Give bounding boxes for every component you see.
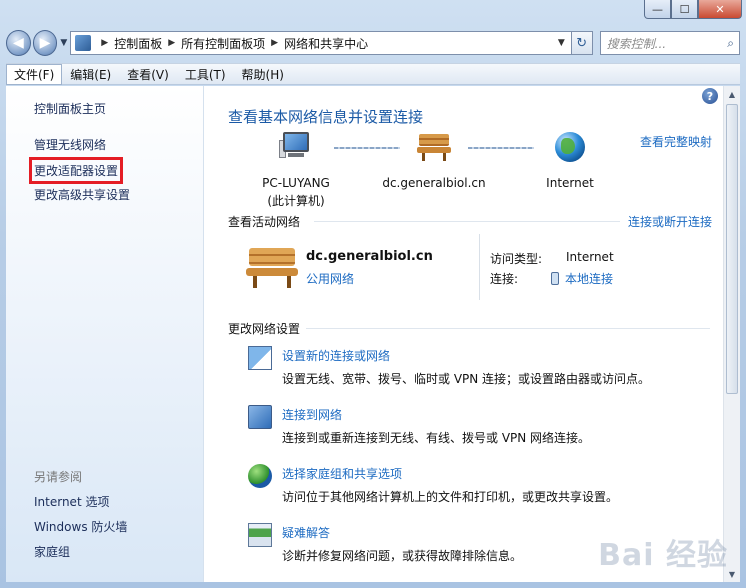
close-button[interactable]: ✕: [698, 0, 742, 19]
chevron-right-icon[interactable]: ▶: [101, 38, 108, 48]
menu-help[interactable]: 帮助(H): [234, 64, 292, 85]
task-troubleshoot[interactable]: 疑难解答: [282, 524, 330, 541]
access-type-value: Internet: [566, 250, 614, 264]
map-connection-line: [468, 147, 534, 149]
local-connection-link[interactable]: 本地连接: [551, 270, 613, 287]
task-desc: 访问位于其他网络计算机上的文件和打印机，或更改共享设置。: [282, 490, 619, 504]
back-arrow-icon: ◀: [12, 35, 24, 51]
task-desc: 连接到或重新连接到无线、有线、拨号或 VPN 网络连接。: [282, 431, 591, 445]
maximize-button[interactable]: ☐: [671, 0, 698, 19]
watermark-logo: Bai 经验: [598, 538, 728, 573]
map-computer-node: PC-LUYANG (此计算机): [256, 132, 336, 209]
navigation-bar: ◀ ▶ ▼ ▶ 控制面板 ▶ 所有控制面板项 ▶ 网络和共享中心 ▼ ↻ 搜索控…: [6, 28, 740, 58]
computer-icon: [279, 132, 313, 162]
task-setup-new-connection[interactable]: 设置新的连接或网络: [282, 347, 390, 364]
see-also-heading: 另请参阅: [34, 470, 83, 484]
menu-edit[interactable]: 编辑(E): [62, 64, 119, 85]
forward-arrow-icon: ▶: [39, 35, 51, 51]
globe-icon: [555, 132, 585, 162]
active-networks-heading: 查看活动网络: [228, 215, 301, 229]
menu-tools[interactable]: 工具(T): [177, 64, 234, 85]
breadcrumb-network-center[interactable]: 网络和共享中心: [284, 35, 368, 52]
refresh-icon: ↻: [576, 35, 588, 51]
network-plug-icon: [551, 272, 559, 285]
address-bar[interactable]: ▶ 控制面板 ▶ 所有控制面板项 ▶ 网络和共享中心 ▼: [70, 31, 572, 55]
chevron-right-icon[interactable]: ▶: [271, 38, 278, 48]
computer-note: (此计算机): [267, 194, 325, 208]
client-area: 控制面板主页 管理无线网络 更改适配器设置 更改高级共享设置 另请参阅 Inte…: [6, 86, 740, 582]
access-type-label: 访问类型:: [490, 252, 543, 266]
network-type-link[interactable]: 公用网络: [306, 270, 354, 287]
breadcrumb-all-items[interactable]: 所有控制面板项: [181, 35, 265, 52]
connection-label: 连接:: [490, 272, 519, 286]
window-frame: — ☐ ✕ ◀ ▶ ▼ ▶ 控制面板 ▶ 所有控制面板项 ▶ 网络和共享中心 ▼…: [0, 0, 746, 588]
map-internet-node[interactable]: Internet: [530, 132, 610, 190]
divider: [479, 234, 480, 300]
chevron-right-icon[interactable]: ▶: [168, 38, 175, 48]
control-panel-icon: [75, 35, 92, 51]
divider: [306, 328, 710, 329]
scroll-up-icon[interactable]: ▲: [724, 86, 740, 102]
divider: [314, 221, 620, 222]
caption-buttons: — ☐ ✕: [644, 0, 742, 20]
search-placeholder: 搜索控制...: [606, 36, 667, 51]
internet-label: Internet: [546, 176, 594, 190]
homegroup-icon: [248, 464, 272, 488]
task-desc: 诊断并修复网络问题，或获得故障排除信息。: [282, 549, 523, 563]
sidebar-item-homegroup[interactable]: 家庭组: [34, 543, 70, 560]
address-dropdown-icon[interactable]: ▼: [558, 38, 571, 48]
sidebar-item-control-panel-home[interactable]: 控制面板主页: [34, 100, 106, 117]
new-connection-icon: [248, 346, 272, 370]
scroll-thumb[interactable]: [726, 104, 738, 394]
breadcrumb-control-panel[interactable]: 控制面板: [114, 35, 162, 52]
sidebar-item-change-adapter[interactable]: 更改适配器设置: [28, 157, 124, 184]
sidebar: 控制面板主页 管理无线网络 更改适配器设置 更改高级共享设置 另请参阅 Inte…: [6, 86, 204, 582]
task-homegroup-sharing[interactable]: 选择家庭组和共享选项: [282, 465, 402, 482]
sidebar-item-advanced-sharing[interactable]: 更改高级共享设置: [34, 186, 130, 203]
sidebar-item-windows-firewall[interactable]: Windows 防火墙: [34, 518, 127, 535]
active-network-name: dc.generalbiol.cn: [306, 249, 433, 264]
back-button[interactable]: ◀: [6, 30, 31, 56]
help-icon[interactable]: ?: [702, 88, 718, 104]
search-input[interactable]: 搜索控制... ⌕: [599, 31, 740, 55]
refresh-button[interactable]: ↻: [571, 31, 593, 55]
menu-file[interactable]: 文件(F): [6, 63, 63, 85]
minimize-button[interactable]: —: [644, 0, 671, 19]
page-title: 查看基本网络信息并设置连接: [228, 108, 424, 126]
forward-button[interactable]: ▶: [32, 30, 58, 56]
computer-name: PC-LUYANG: [262, 176, 330, 190]
vertical-scrollbar[interactable]: ▲ ▼: [723, 86, 740, 582]
menu-view[interactable]: 查看(V): [119, 64, 177, 85]
see-full-map-link[interactable]: 查看完整映射: [640, 133, 712, 150]
menu-bar: 文件(F) 编辑(E) 查看(V) 工具(T) 帮助(H): [6, 63, 740, 85]
troubleshoot-icon: [248, 523, 272, 547]
task-connect-to-network[interactable]: 连接到网络: [282, 406, 342, 423]
bench-network-icon: [417, 132, 451, 162]
search-icon[interactable]: ⌕: [727, 36, 734, 51]
task-desc: 设置无线、宽带、拨号、临时或 VPN 连接；或设置路由器或访问点。: [282, 372, 651, 386]
map-network-node[interactable]: dc.generalbiol.cn: [374, 132, 494, 190]
connection-value: 本地连接: [565, 272, 614, 286]
connect-network-icon: [248, 405, 272, 429]
connect-disconnect-link[interactable]: 连接或断开连接: [628, 213, 712, 230]
sidebar-item-internet-options[interactable]: Internet 选项: [34, 493, 109, 510]
change-settings-heading: 更改网络设置: [228, 322, 301, 336]
sidebar-item-manage-wireless[interactable]: 管理无线网络: [34, 136, 106, 153]
bench-network-icon: [246, 246, 298, 290]
recent-pages-dropdown-icon[interactable]: ▼: [60, 38, 67, 48]
network-map-name: dc.generalbiol.cn: [382, 176, 486, 190]
